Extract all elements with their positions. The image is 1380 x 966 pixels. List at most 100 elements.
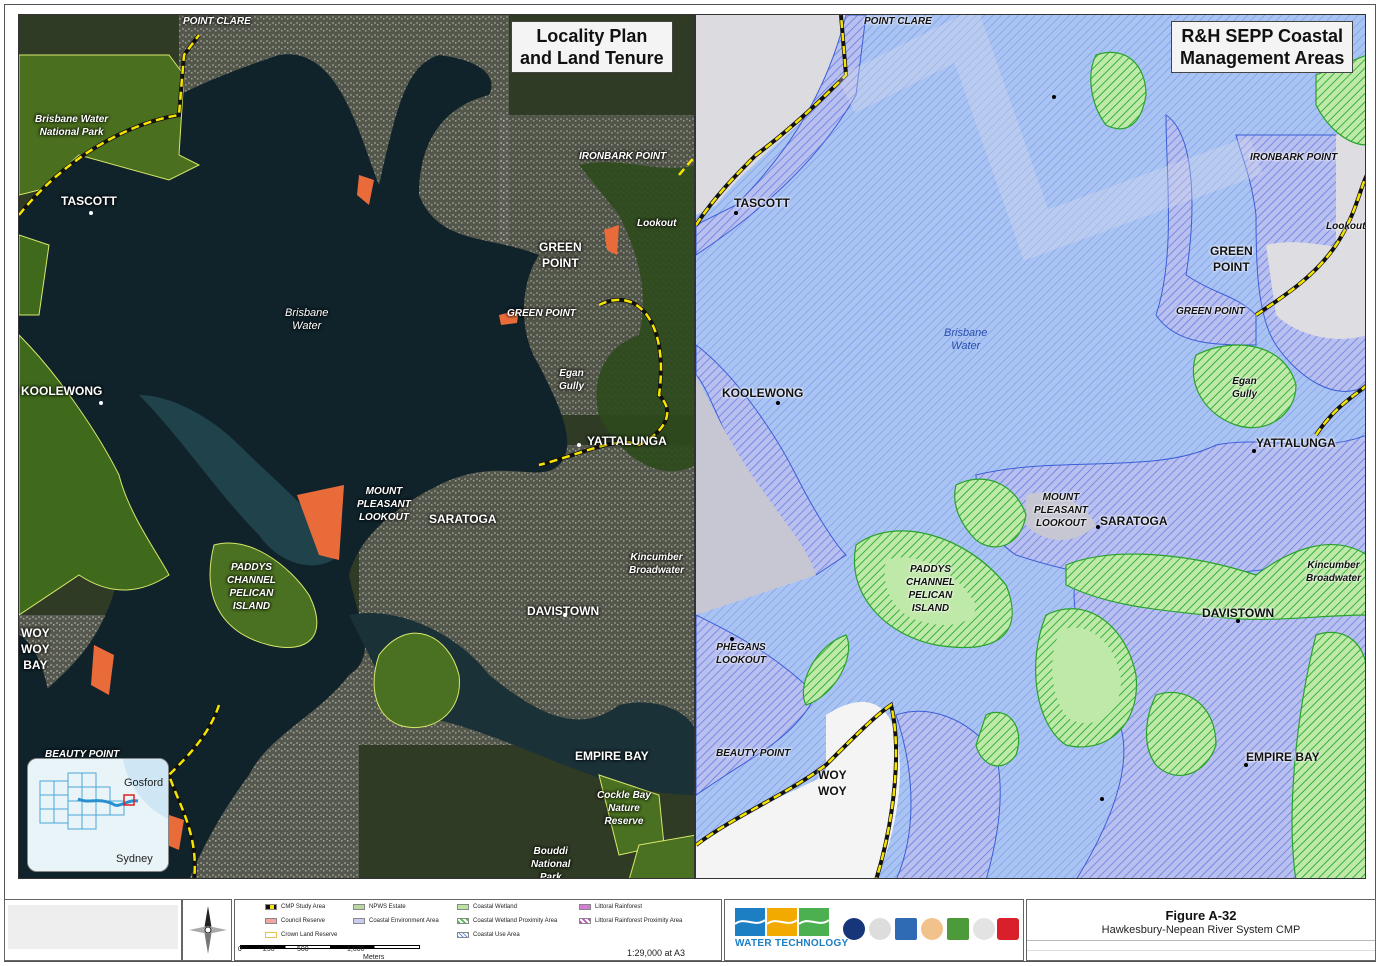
legend-swatch bbox=[265, 918, 277, 924]
place-label: POINT CLARE bbox=[183, 16, 251, 27]
legend-swatch bbox=[265, 904, 277, 910]
legend-swatch bbox=[579, 918, 591, 924]
place-label: YATTALUNGA bbox=[1256, 436, 1336, 450]
place-label: EMPIRE BAY bbox=[575, 749, 649, 763]
locality-dot bbox=[99, 401, 103, 405]
legend-label: Council Reserve bbox=[281, 918, 326, 924]
title-block-divider bbox=[1027, 940, 1375, 941]
legend-label: Crown Land Reserve bbox=[281, 932, 338, 938]
place-label: Lookout bbox=[1326, 221, 1366, 232]
water-technology-logo-text: WATER TECHNOLOGY bbox=[735, 938, 849, 949]
scale-ratio-label: 1:29,000 at A3 bbox=[627, 948, 686, 958]
place-label: Brisbane Water National Park bbox=[35, 114, 109, 138]
locality-dot bbox=[1100, 797, 1104, 801]
scale-tick-label: 1,000 bbox=[347, 946, 365, 953]
nsw-logo-icon bbox=[997, 918, 1019, 940]
locality-dot bbox=[1052, 95, 1056, 99]
council-logo-icon bbox=[921, 918, 943, 940]
legend-label: Coastal Use Area bbox=[473, 932, 520, 938]
water-label: Brisbane Water bbox=[944, 327, 988, 352]
locality-map-title: Locality Plan and Land Tenure bbox=[511, 21, 673, 73]
north-arrow-box bbox=[182, 899, 232, 961]
place-label: YATTALUNGA bbox=[587, 434, 667, 448]
north-arrow-icon bbox=[189, 906, 227, 954]
legend-label: Coastal Environment Area bbox=[369, 918, 439, 924]
legend-swatch bbox=[457, 904, 469, 910]
locality-dot bbox=[1252, 449, 1256, 453]
place-label: Egan Gully bbox=[1232, 376, 1258, 400]
coastal-management-map-panel[interactable]: R&H SEPP Coastal Management Areas POINT … bbox=[695, 14, 1366, 879]
legend-item: Coastal Wetland bbox=[457, 904, 517, 910]
coastal-map-title: R&H SEPP Coastal Management Areas bbox=[1171, 21, 1354, 73]
locality-dot bbox=[776, 401, 780, 405]
place-label: Bouddi National Park bbox=[531, 846, 571, 879]
legend-item: Coastal Wetland Proximity Area bbox=[457, 918, 557, 924]
locality-dot bbox=[1096, 525, 1100, 529]
place-label: KOOLEWONG bbox=[722, 386, 804, 400]
place-label: TASCOTT bbox=[61, 194, 117, 208]
figure-number: Figure A-32 bbox=[1165, 908, 1237, 923]
legend-item: Littoral Rainforest bbox=[579, 904, 642, 910]
legend-item: Crown Land Reserve bbox=[265, 932, 337, 938]
legend-item: Council Reserve bbox=[265, 918, 325, 924]
legend-label: Coastal Wetland bbox=[473, 904, 517, 910]
location-inset-map: Gosford Sydney bbox=[27, 758, 169, 872]
place-label: GREEN POINT bbox=[539, 240, 582, 270]
legend-label: NPWS Estate bbox=[369, 904, 406, 910]
legend-label: Littoral Rainforest Proximity Area bbox=[595, 918, 683, 924]
scale-tick-label: 500 bbox=[297, 946, 309, 953]
place-label: MOUNT PLEASANT LOOKOUT bbox=[1034, 492, 1088, 529]
legend-item: NPWS Estate bbox=[353, 904, 406, 910]
council-logo-icon bbox=[843, 918, 865, 940]
locality-dot bbox=[1236, 619, 1240, 623]
place-label: KOOLEWONG bbox=[21, 384, 103, 398]
legend-item: Littoral Rainforest Proximity Area bbox=[579, 918, 682, 924]
legend-swatch bbox=[579, 904, 591, 910]
locality-dot bbox=[1244, 763, 1248, 767]
locality-dot bbox=[563, 613, 567, 617]
place-label: SARATOGA bbox=[429, 512, 497, 526]
place-label: Kincumber Broadwater bbox=[1306, 560, 1362, 584]
place-label: GREEN POINT bbox=[1176, 306, 1245, 317]
place-label: SARATOGA bbox=[1100, 514, 1168, 528]
place-label: Egan Gully bbox=[559, 368, 585, 392]
figure-title-box: Figure A-32 Hawkesbury-Nepean River Syst… bbox=[1026, 899, 1376, 961]
legend-swatch bbox=[265, 932, 277, 938]
inset-gosford-label: Gosford bbox=[124, 777, 164, 789]
locality-dot bbox=[577, 443, 581, 447]
legend-swatch bbox=[457, 932, 469, 938]
council-logo-icon bbox=[947, 918, 969, 940]
title-block-divider bbox=[1027, 950, 1375, 951]
locality-dot bbox=[734, 211, 738, 215]
legend-item: Coastal Environment Area bbox=[353, 918, 439, 924]
legend-label: Coastal Wetland Proximity Area bbox=[473, 918, 558, 924]
place-label: IRONBARK POINT bbox=[1250, 152, 1338, 163]
locality-map-panel[interactable]: Locality Plan and Land Tenure POINT CLAR… bbox=[18, 14, 695, 879]
place-label: WOY WOY bbox=[818, 768, 847, 798]
inset-sydney-label: Sydney bbox=[116, 853, 153, 865]
place-label: WOY WOY BAY bbox=[21, 626, 50, 672]
disclaimer-note-box bbox=[4, 899, 182, 961]
place-label: Cockle Bay Nature Reserve bbox=[597, 790, 651, 827]
place-label: PADDYS CHANNEL PELICAN ISLAND bbox=[906, 564, 955, 614]
scale-unit-label: Meters bbox=[363, 954, 385, 961]
place-label: GREEN POINT bbox=[507, 308, 576, 319]
legend-box: CMP Study Area Council Reserve Crown Lan… bbox=[234, 899, 722, 961]
legend-label: Littoral Rainforest bbox=[595, 904, 643, 910]
legend-label: CMP Study Area bbox=[281, 904, 326, 910]
scale-tick-label: 250 bbox=[263, 946, 275, 953]
legend-swatch bbox=[457, 918, 469, 924]
place-label: IRONBARK POINT bbox=[579, 151, 667, 162]
council-logo-icon bbox=[895, 918, 917, 940]
council-logo-icon bbox=[973, 918, 995, 940]
place-label: GREEN POINT bbox=[1210, 244, 1253, 274]
disclaimer-text-block bbox=[8, 905, 178, 949]
place-label: EMPIRE BAY bbox=[1246, 750, 1320, 764]
place-label: PHEGANS LOOKOUT bbox=[716, 642, 766, 666]
logo-box: WATER TECHNOLOGY bbox=[724, 899, 1024, 961]
place-label: Lookout bbox=[637, 218, 677, 229]
legend-swatch bbox=[353, 918, 365, 924]
locality-dot bbox=[730, 637, 734, 641]
legend-swatch bbox=[353, 904, 365, 910]
figure-subtitle: Hawkesbury-Nepean River System CMP bbox=[1101, 924, 1301, 936]
